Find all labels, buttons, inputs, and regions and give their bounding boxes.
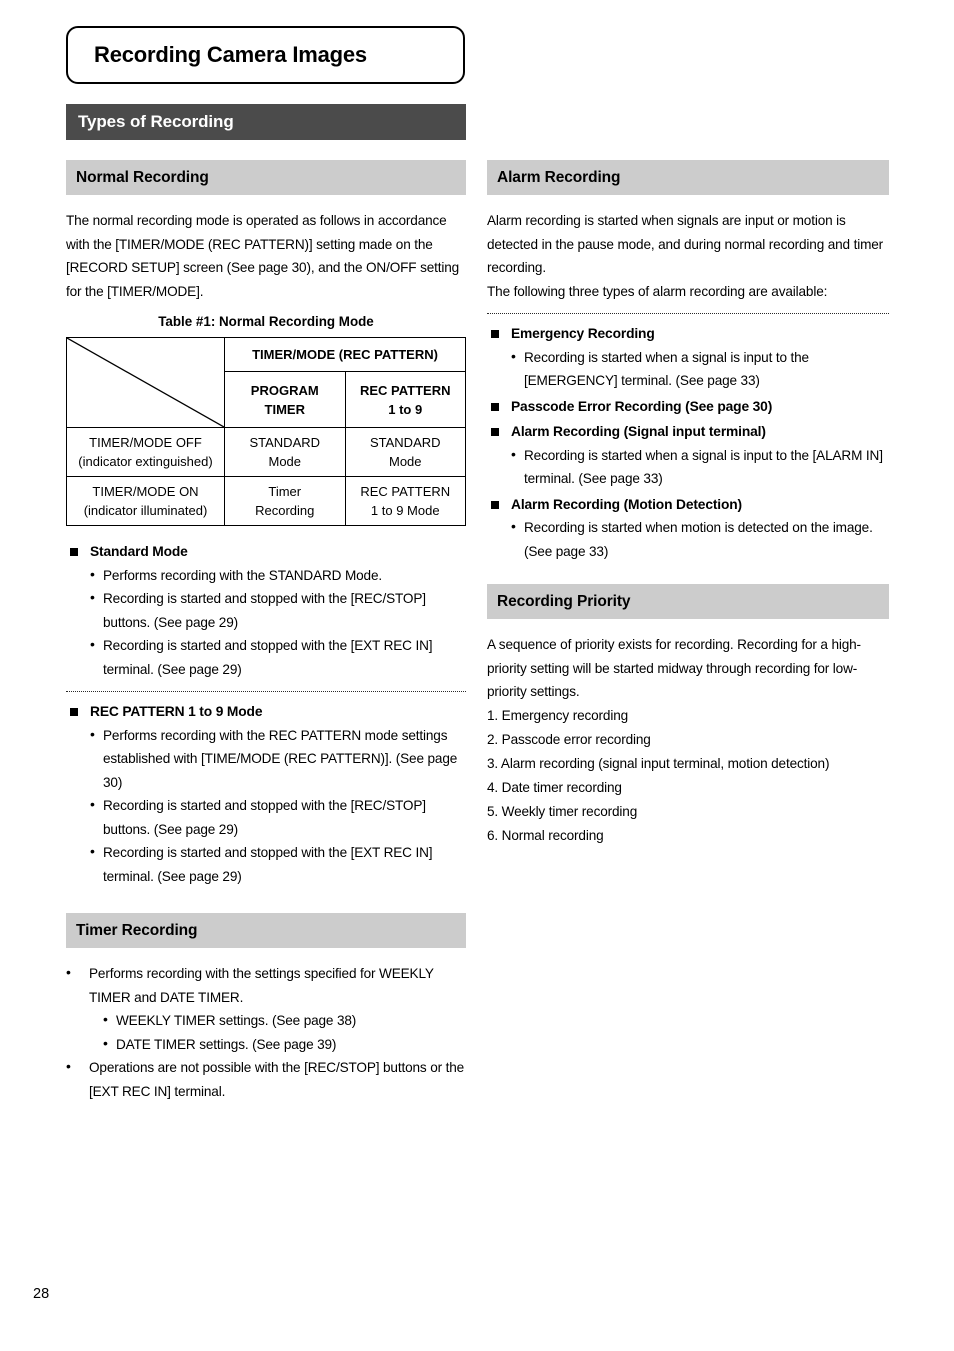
subsection-title: Alarm Recording (497, 168, 621, 186)
page-number: 28 (33, 1286, 50, 1302)
cell-line1: STANDARD (249, 435, 321, 450)
subsection-header-alarm-recording: Alarm Recording (487, 160, 889, 195)
list-item: DATE TIMER settings. (See page 39) (66, 1032, 466, 1057)
recording-priority-paragraph: A sequence of priority exists for record… (487, 637, 861, 699)
table-row: TIMER/MODE ON (indicator illuminated) Ti… (66, 476, 466, 526)
alarm-recording-paragraph-2: The following three types of alarm recor… (487, 283, 828, 299)
cell-line2: Mode (388, 454, 422, 469)
list-item: Operations are not possible with the [RE… (66, 1055, 466, 1103)
group-heading-rec-pattern-mode: REC PATTERN 1 to 9 Mode (66, 700, 466, 724)
row-label-line2: (indicator extinguished) (78, 454, 213, 469)
list-item: Recording is started and stopped with th… (66, 840, 466, 888)
cell-line2: Recording (255, 503, 315, 518)
row-label-line2: (indicator illuminated) (83, 503, 208, 518)
subsection-header-recording-priority: Recording Priority (487, 584, 889, 619)
left-column: Normal Recording The normal recording mo… (66, 160, 466, 1103)
list-item: Recording is started and stopped with th… (66, 633, 466, 681)
table-cell: REC PATTERN 1 to 9 Mode (344, 476, 466, 526)
group-heading-alarm-recording-motion: Alarm Recording (Motion Detection) (487, 493, 889, 517)
list-item: 4. Date timer recording (487, 779, 622, 795)
cell-line1: STANDARD (369, 435, 441, 450)
list-item: WEEKLY TIMER settings. (See page 38) (66, 1008, 466, 1033)
dotted-separator (66, 691, 466, 692)
col-header-line1: PROGRAM (250, 382, 319, 398)
cell-line1: Timer (268, 484, 302, 499)
group-heading-standard-mode: Standard Mode (66, 540, 466, 564)
list-item: Recording is started and stopped with th… (66, 793, 466, 841)
table-cell: STANDARD Mode (224, 427, 346, 477)
table-row: TIMER/MODE OFF (indicator extinguished) … (66, 427, 466, 477)
subsection-title: Recording Priority (497, 592, 631, 610)
normal-recording-mode-table: TIMER/MODE (REC PATTERN) PROGRAM TIMER R… (66, 336, 466, 526)
list-item: Recording is started when a signal is in… (487, 345, 889, 393)
group-heading-passcode-error-recording: Passcode Error Recording (See page 30) (487, 395, 889, 419)
list-item: Recording is started and stopped with th… (66, 586, 466, 634)
list-item: Performs recording with the REC PATTERN … (66, 723, 466, 795)
table-cell: STANDARD Mode (344, 427, 466, 477)
list-item: 3. Alarm recording (signal input termina… (487, 755, 830, 771)
cell-line1: REC PATTERN (360, 484, 451, 499)
subsection-title: Timer Recording (76, 921, 198, 939)
subsection-title: Normal Recording (76, 168, 209, 186)
chapter-title-box: Recording Camera Images (66, 26, 465, 84)
row-label-line1: TIMER/MODE OFF (89, 435, 202, 450)
section-bar: Types of Recording (66, 104, 466, 140)
list-item: 6. Normal recording (487, 827, 604, 843)
list-item: Performs recording with the settings spe… (66, 961, 466, 1009)
subsection-header-normal-recording: Normal Recording (66, 160, 466, 195)
alarm-recording-paragraph-1: Alarm recording is started when signals … (487, 213, 884, 275)
list-item: Recording is started when a signal is in… (487, 443, 889, 491)
col-header-line2: TIMER (264, 401, 305, 417)
section-bar-label: Types of Recording (78, 112, 234, 131)
right-column: Alarm Recording Alarm recording is start… (487, 160, 889, 848)
table-col-group-header: TIMER/MODE (REC PATTERN) (224, 336, 466, 373)
normal-recording-paragraph: The normal recording mode is operated as… (66, 213, 460, 299)
list-item: Performs recording with the STANDARD Mod… (66, 563, 466, 588)
list-item: 5. Weekly timer recording (487, 803, 638, 819)
table-cell: Timer Recording (224, 476, 346, 526)
document-page: Recording Camera Images Types of Recordi… (0, 0, 954, 1351)
chapter-title: Recording Camera Images (94, 42, 367, 67)
col-header-line2: 1 to 9 (388, 401, 423, 417)
subsection-header-timer-recording: Timer Recording (66, 913, 466, 948)
row-label-line1: TIMER/MODE ON (92, 484, 199, 499)
table-row-header-group: TIMER/MODE (REC PATTERN) (66, 336, 466, 428)
table-col-header-rec-pattern: REC PATTERN 1 to 9 (344, 371, 466, 428)
diagonal-slash-icon (67, 338, 224, 427)
cell-line2: 1 to 9 Mode (370, 503, 440, 518)
group-heading-alarm-recording-signal: Alarm Recording (Signal input terminal) (487, 420, 889, 444)
table-caption: Table #1: Normal Recording Mode (158, 314, 374, 329)
table-row-label-timer-mode-on: TIMER/MODE ON (indicator illuminated) (66, 476, 225, 526)
table-corner-cell (66, 337, 225, 428)
list-item: 1. Emergency recording (487, 707, 629, 723)
dotted-separator (487, 313, 889, 314)
list-item: Recording is started when motion is dete… (487, 515, 889, 563)
list-item: 2. Passcode error recording (487, 731, 651, 747)
col-header-line1: REC PATTERN (359, 382, 451, 398)
table-row-label-timer-mode-off: TIMER/MODE OFF (indicator extinguished) (66, 427, 225, 477)
table-col-header-program-timer: PROGRAM TIMER (224, 371, 346, 428)
cell-line2: Mode (268, 454, 302, 469)
group-heading-emergency-recording: Emergency Recording (487, 322, 889, 346)
